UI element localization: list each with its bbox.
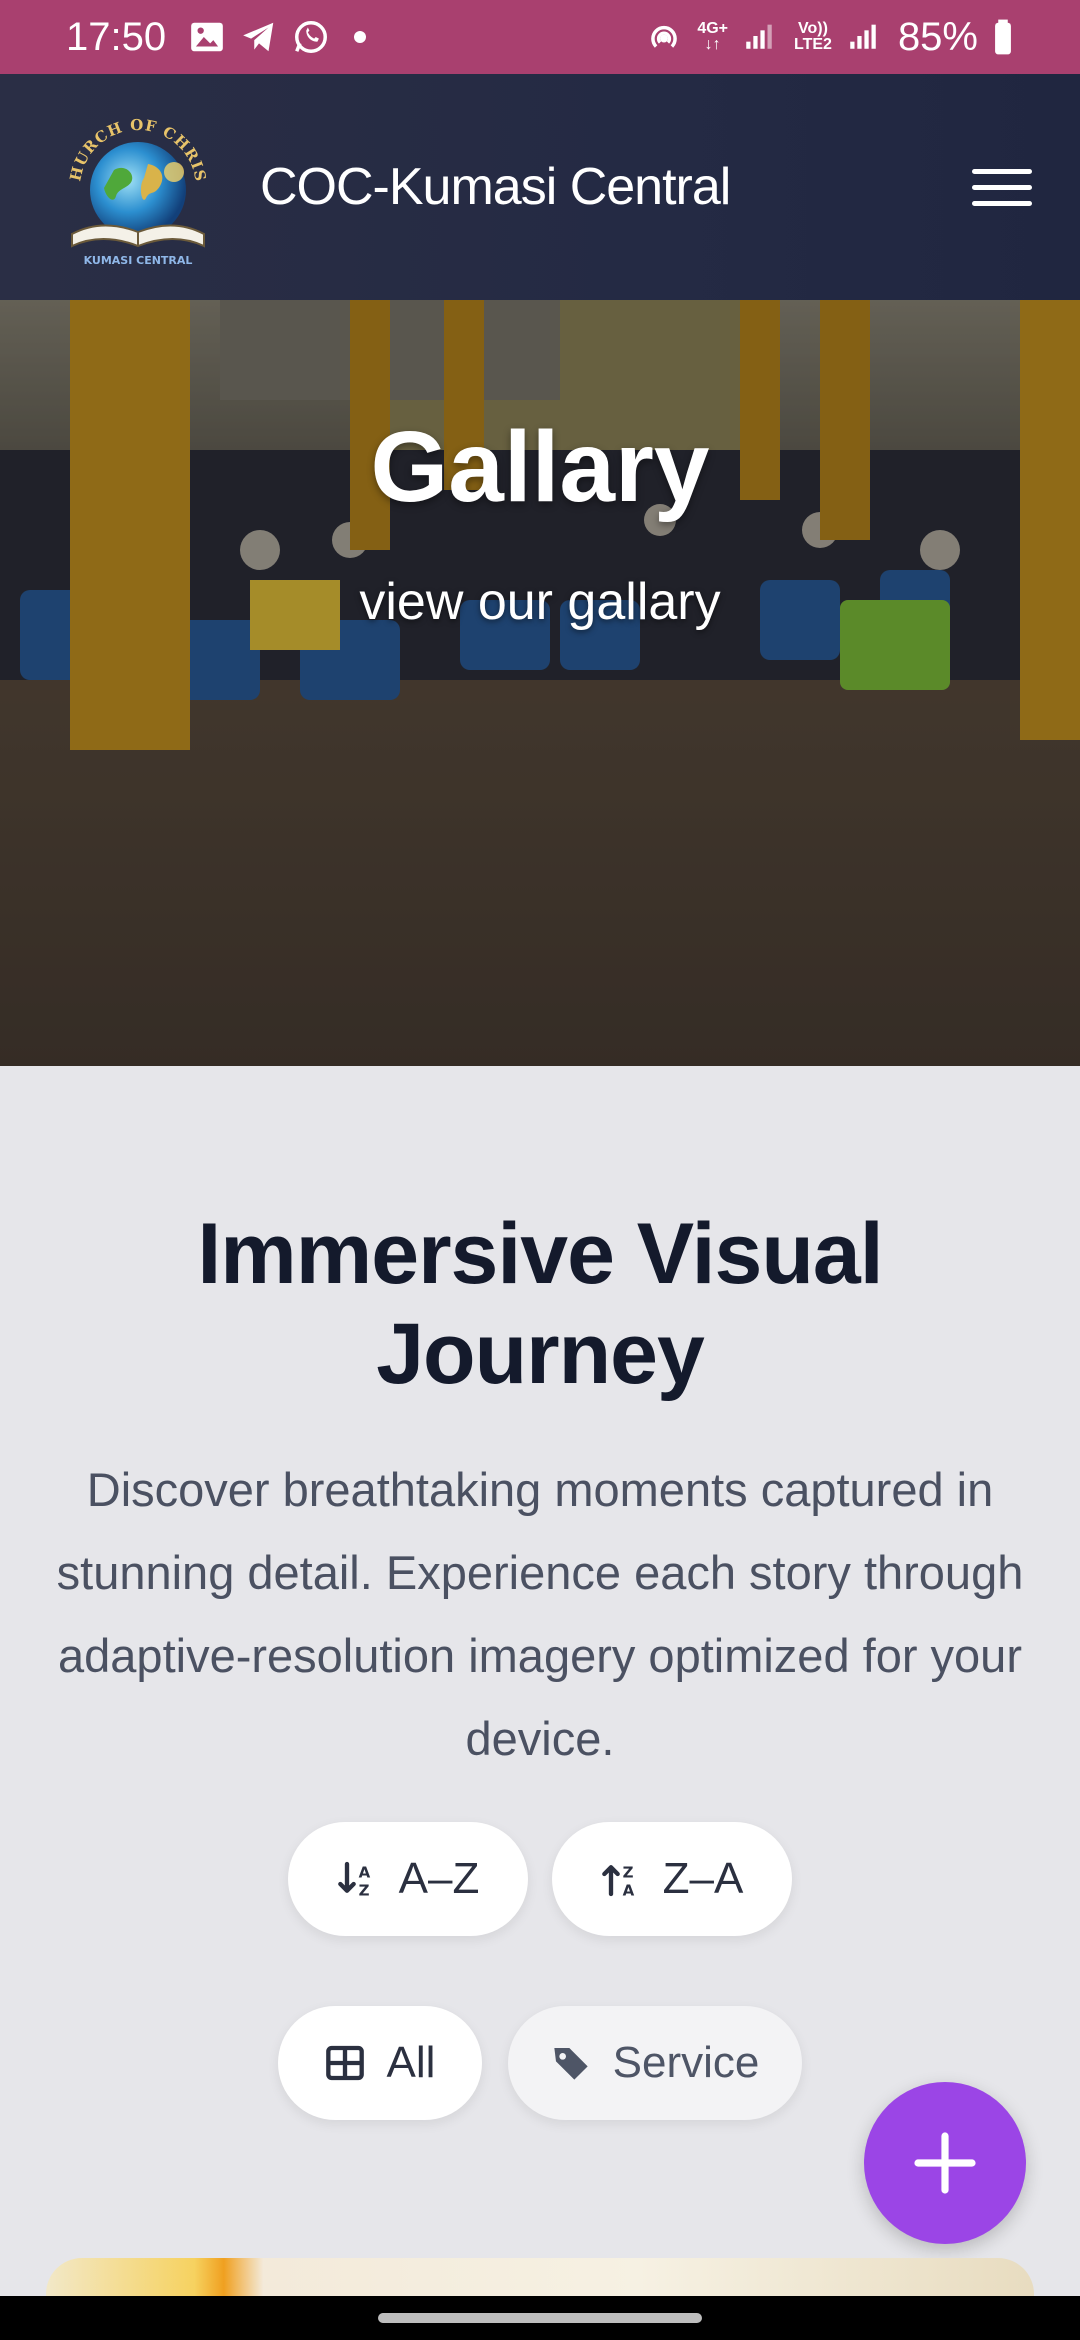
filter-all-label: All — [386, 2038, 436, 2087]
notification-dot — [354, 31, 367, 43]
signal-icon-2 — [846, 18, 884, 56]
signal-icon — [742, 18, 780, 56]
status-bar: 17:50 4G+ ↓↑ Vo)) LTE2 85% — [0, 0, 1080, 74]
svg-text:A: A — [622, 1882, 634, 1899]
section-title: Immersive Visual Journey — [197, 1206, 883, 1402]
church-logo[interactable]: CHURCH OF CHRIST KUMASI CENTRAL — [56, 92, 214, 268]
hero-banner: Gallary view our gallary — [0, 300, 1080, 1066]
menu-icon[interactable] — [972, 157, 1032, 217]
site-name[interactable]: COC-Kumasi Central — [260, 157, 731, 217]
sort-za-label: Z–A — [662, 1854, 744, 1903]
battery-icon — [992, 18, 1014, 56]
system-nav-bar — [0, 2296, 1080, 2340]
battery-percent: 85% — [897, 14, 978, 59]
home-gesture-handle[interactable] — [378, 2313, 702, 2323]
svg-text:A: A — [358, 1863, 370, 1881]
section-description: Discover breathtaking moments captured i… — [56, 1463, 1024, 1765]
plus-icon — [914, 2132, 976, 2194]
grid-icon — [325, 2045, 364, 2081]
volte-label: Vo)) LTE2 — [794, 20, 832, 53]
site-header: CHURCH OF CHRIST KUMASI CENTRAL COC-Kuma… — [0, 74, 1080, 300]
filter-service-label: Service — [612, 2038, 760, 2087]
filter-service-button[interactable]: Service — [508, 2006, 802, 2120]
image-icon — [188, 18, 226, 56]
status-time: 17:50 — [66, 14, 167, 59]
hero-subtitle: view our gallary — [359, 573, 721, 631]
sort-desc-icon: ZA — [601, 1863, 634, 1899]
filter-all-button[interactable]: All — [278, 2006, 482, 2120]
svg-text:Z: Z — [358, 1882, 369, 1899]
sort-az-label: A–Z — [398, 1854, 480, 1903]
hotspot-icon — [645, 18, 683, 56]
network-4g-label: 4G+ ↓↑ — [697, 20, 728, 53]
sort-asc-icon: AZ — [337, 1861, 370, 1899]
telegram-icon — [240, 18, 278, 56]
whatsapp-icon — [292, 18, 330, 56]
hero-title: Gallary — [370, 411, 710, 523]
add-button[interactable] — [864, 2082, 1026, 2244]
svg-text:KUMASI CENTRAL: KUMASI CENTRAL — [84, 254, 193, 267]
sort-za-button[interactable]: ZA Z–A — [552, 1822, 792, 1936]
svg-text:Z: Z — [622, 1863, 633, 1881]
sort-az-button[interactable]: AZ A–Z — [288, 1822, 528, 1936]
tag-icon — [553, 2048, 588, 2080]
